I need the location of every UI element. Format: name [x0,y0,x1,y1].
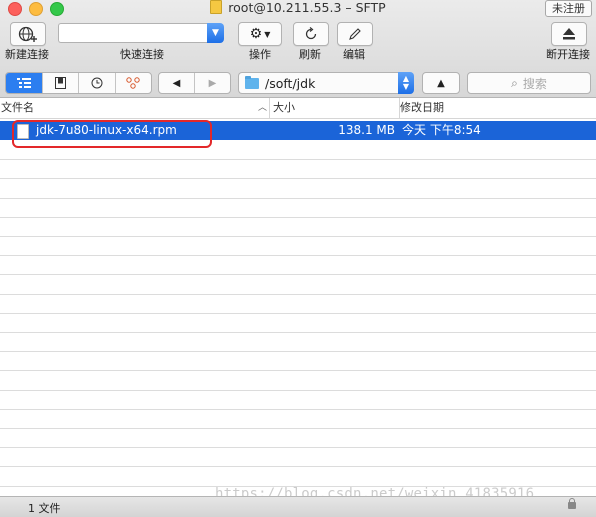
empty-row [0,275,596,295]
search-placeholder: 搜索 [522,76,547,91]
empty-row [0,217,596,237]
chevron-down-icon: ▼ [212,28,219,38]
empty-row [0,255,596,276]
empty-row [0,179,596,199]
file-list: jdk-7u80-linux-x64.rpm 138.1 MB 今天 下午8:5… [0,119,596,495]
document-icon [210,0,223,14]
eject-icon [563,28,575,40]
path-dropdown[interactable]: ▲ ▼ [398,72,414,94]
column-header-modified[interactable]: 修改日期 [400,98,590,118]
file-modified: 今天 下午8:54 [402,123,481,137]
view-mode-segmented-control [5,72,152,94]
file-icon [17,124,29,139]
window-title: root@10.211.55.3 – SFTP [0,0,596,16]
search-icon: ⌕ [511,75,518,90]
path-selector[interactable]: /soft/jdk [238,72,399,94]
column-header-size[interactable]: 大小 [271,98,400,118]
empty-row [0,467,596,487]
history-button[interactable] [79,73,116,93]
empty-row [0,198,596,218]
empty-row [0,409,596,429]
empty-row [0,140,596,161]
bonjour-icon [126,77,140,89]
pencil-icon [349,28,361,40]
new-connection-button[interactable] [10,22,46,46]
empty-row [0,332,596,353]
parent-folder-button[interactable]: ▲ [422,72,460,94]
edit-button[interactable] [337,22,373,46]
globe-plus-icon [18,26,37,42]
unregistered-button[interactable]: 未注册 [545,0,592,17]
list-icon [16,78,31,88]
empty-row [0,371,596,391]
file-row[interactable]: jdk-7u80-linux-x64.rpm 138.1 MB 今天 下午8:5… [0,121,596,140]
column-header-modified-label: 修改日期 [400,101,444,114]
quick-connect-label: 快速连接 [120,48,164,61]
empty-row [0,351,596,372]
new-connection-label: 新建连接 [5,48,49,61]
action-button[interactable]: ⚙ ▼ [238,22,282,46]
action-label: 操作 [249,48,271,61]
empty-row [0,428,596,449]
empty-row [0,294,596,314]
column-headers: 文件名 ︿ 大小 修改日期 [0,98,596,119]
column-header-size-label: 大小 [273,101,295,114]
quick-connect-input[interactable] [58,23,209,43]
refresh-icon [305,27,317,40]
bookmarks-button[interactable] [43,73,79,93]
bonjour-button[interactable] [116,73,152,93]
bookmark-icon [54,77,66,89]
empty-row [0,236,596,257]
edit-label: 编辑 [343,48,365,61]
sort-ascending-icon: ︿ [258,103,268,113]
file-name: jdk-7u80-linux-x64.rpm [36,123,177,137]
toolbar-area: root@10.211.55.3 – SFTP 未注册 新建连接 ▼ 快速连接 … [0,0,596,98]
empty-row [0,447,596,468]
refresh-label: 刷新 [299,48,321,61]
clock-icon [91,77,103,89]
file-size: 138.1 MB [338,123,395,137]
status-bar: 1 文件 [0,496,596,517]
gear-icon: ⚙ [249,26,263,42]
disconnect-button[interactable] [551,22,587,46]
window-title-text: root@10.211.55.3 – SFTP [228,0,386,15]
forward-button[interactable]: ▶ [195,73,230,93]
column-header-name-label: 文件名 [1,101,34,114]
back-button[interactable]: ◀ [159,73,195,93]
empty-row [0,390,596,410]
history-navigation: ◀ ▶ [158,72,231,94]
empty-row [0,159,596,180]
file-count: 1 文件 [28,502,61,515]
column-header-name[interactable]: 文件名 ︿ [1,98,270,118]
chevron-down-icon: ▼ [402,82,410,91]
search-input[interactable]: ⌕ 搜索 [467,72,591,94]
current-path: /soft/jdk [265,75,316,91]
quick-connect-dropdown[interactable]: ▼ [207,23,224,43]
empty-row [0,313,596,333]
disconnect-label: 断开连接 [546,48,590,61]
list-view-button[interactable] [6,73,43,93]
folder-icon [245,75,259,89]
refresh-button[interactable] [293,22,329,46]
chevron-down-icon: ▼ [264,29,271,39]
lock-icon [568,498,576,509]
